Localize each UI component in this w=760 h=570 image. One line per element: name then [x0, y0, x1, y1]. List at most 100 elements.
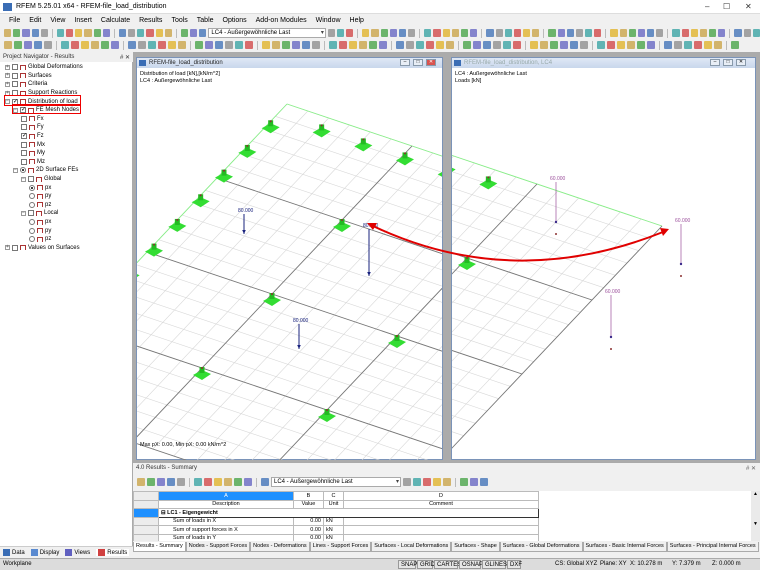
- radio-button[interactable]: [29, 193, 35, 200]
- radio-button[interactable]: [29, 236, 35, 243]
- toolbar-button-icon[interactable]: [396, 41, 404, 49]
- toolbar-button-icon[interactable]: [470, 478, 478, 486]
- expand-toggle[interactable]: +: [5, 81, 10, 87]
- column-letter[interactable]: B: [293, 491, 324, 501]
- toolbar-button-icon[interactable]: [346, 29, 354, 37]
- menu-options[interactable]: Options: [223, 17, 247, 24]
- table-row[interactable]: Sum of loads in Y 0.00 kN: [133, 533, 749, 541]
- toolbar-button-icon[interactable]: [647, 41, 655, 49]
- toolbar-button-icon[interactable]: [403, 478, 411, 486]
- tree-item[interactable]: − Global: [21, 175, 61, 184]
- toolbar-button-icon[interactable]: [91, 41, 99, 49]
- expand-toggle[interactable]: +: [5, 245, 10, 251]
- toolbar-button-icon[interactable]: [66, 29, 74, 37]
- toolbar-button-icon[interactable]: [215, 41, 223, 49]
- toolbar-button-icon[interactable]: [111, 41, 119, 49]
- toolbar-button-icon[interactable]: [503, 41, 511, 49]
- menu-file[interactable]: File: [9, 17, 20, 24]
- toolbar-button-icon[interactable]: [570, 41, 578, 49]
- toolbar-button-icon[interactable]: [694, 41, 702, 49]
- toolbar-button-icon[interactable]: [337, 29, 345, 37]
- toolbar-button-icon[interactable]: [158, 41, 166, 49]
- toolbar-button-icon[interactable]: [532, 29, 540, 37]
- menu-window[interactable]: Window: [316, 17, 341, 24]
- toolbar-button-icon[interactable]: [157, 478, 165, 486]
- toolbar-button-icon[interactable]: [413, 478, 421, 486]
- tree-item[interactable]: My: [21, 149, 45, 158]
- toolbar-button-icon[interactable]: [607, 41, 615, 49]
- checkbox[interactable]: [12, 72, 18, 79]
- nav-tab-data[interactable]: Data: [3, 549, 25, 556]
- toolbar-button-icon[interactable]: [4, 29, 12, 37]
- toolbar-button-icon[interactable]: [137, 478, 145, 486]
- toolbar-button-icon[interactable]: [101, 41, 109, 49]
- tree-item[interactable]: − 2D Surface FEs: [13, 166, 78, 175]
- load-case-select[interactable]: LC4 - Außergewöhnliche Last ▾: [208, 28, 326, 38]
- checkbox[interactable]: [21, 115, 27, 122]
- toolbar-button-icon[interactable]: [424, 29, 432, 37]
- radio-button[interactable]: [29, 184, 35, 191]
- tree-item[interactable]: py: [29, 192, 51, 201]
- navigator-pin-close[interactable]: # ✕: [120, 54, 130, 61]
- row-header[interactable]: [133, 525, 159, 535]
- toggle-cartes[interactable]: CARTES: [434, 560, 461, 569]
- toolbar-button-icon[interactable]: [164, 29, 172, 37]
- toolbar-button-icon[interactable]: [205, 41, 213, 49]
- toolbar-button-icon[interactable]: [610, 29, 618, 37]
- tree-item[interactable]: px: [29, 183, 51, 192]
- toolbar-button-icon[interactable]: [550, 41, 558, 49]
- tree-item[interactable]: pz: [29, 201, 51, 210]
- menu-help[interactable]: Help: [350, 17, 364, 24]
- toolbar-button-icon[interactable]: [329, 41, 337, 49]
- toolbar-button-icon[interactable]: [75, 29, 83, 37]
- menu-insert[interactable]: Insert: [74, 17, 92, 24]
- toolbar-button-icon[interactable]: [235, 41, 243, 49]
- toolbar-button-icon[interactable]: [495, 29, 503, 37]
- menu-results[interactable]: Results: [139, 17, 162, 24]
- checkbox[interactable]: [21, 124, 27, 131]
- toolbar-button-icon[interactable]: [627, 41, 635, 49]
- toolbar-button-icon[interactable]: [118, 29, 127, 37]
- toolbar-button-icon[interactable]: [14, 41, 22, 49]
- toolbar-button-icon[interactable]: [148, 41, 156, 49]
- toolbar-button-icon[interactable]: [637, 41, 645, 49]
- tree-item[interactable]: Mz: [21, 158, 45, 167]
- toolbar-button-icon[interactable]: [560, 41, 568, 49]
- tree-item[interactable]: Mx: [21, 140, 45, 149]
- toolbar-button-icon[interactable]: [416, 41, 424, 49]
- menu-tools[interactable]: Tools: [171, 17, 187, 24]
- toolbar-button-icon[interactable]: [714, 41, 722, 49]
- toolbar-button-icon[interactable]: [493, 41, 501, 49]
- toolbar-button-icon[interactable]: [71, 41, 79, 49]
- toolbar-button-icon[interactable]: [743, 29, 751, 37]
- results-tab[interactable]: Lines - Support Forces: [309, 542, 372, 552]
- toolbar-button-icon[interactable]: [302, 41, 310, 49]
- toolbar-button-icon[interactable]: [13, 29, 21, 37]
- tree-item[interactable]: − Local: [21, 209, 58, 218]
- toolbar-button-icon[interactable]: [262, 41, 270, 49]
- toolbar-button-icon[interactable]: [647, 29, 655, 37]
- toolbar-button-icon[interactable]: [597, 41, 605, 49]
- tree-item[interactable]: pz: [29, 235, 51, 244]
- tree-item[interactable]: + Global Deformations: [5, 63, 83, 72]
- tree-item[interactable]: + Surfaces: [5, 72, 52, 81]
- results-tab[interactable]: Nodes - Deformations: [250, 542, 310, 552]
- toolbar-button-icon[interactable]: [423, 478, 431, 486]
- close-button[interactable]: ✕: [745, 2, 752, 11]
- menu-calculate[interactable]: Calculate: [101, 17, 130, 24]
- checkbox[interactable]: [28, 176, 34, 183]
- toolbar-button-icon[interactable]: [282, 41, 290, 49]
- toolbar-button-icon[interactable]: [426, 41, 434, 49]
- tree-item[interactable]: Fx: [21, 115, 44, 124]
- toolbar-button-icon[interactable]: [585, 29, 593, 37]
- toolbar-button-icon[interactable]: [379, 41, 387, 49]
- tree-item[interactable]: px: [29, 218, 51, 227]
- toolbar-button-icon[interactable]: [656, 29, 664, 37]
- column-letter[interactable]: D: [343, 491, 539, 501]
- toolbar-button-icon[interactable]: [194, 478, 202, 486]
- toolbar-button-icon[interactable]: [684, 41, 692, 49]
- load-case-select[interactable]: LC4 - Außergewöhnliche Last ▾: [271, 477, 401, 487]
- nav-tab-views[interactable]: Views: [65, 549, 90, 556]
- toolbar-button-icon[interactable]: [433, 478, 441, 486]
- toolbar-button-icon[interactable]: [178, 41, 186, 49]
